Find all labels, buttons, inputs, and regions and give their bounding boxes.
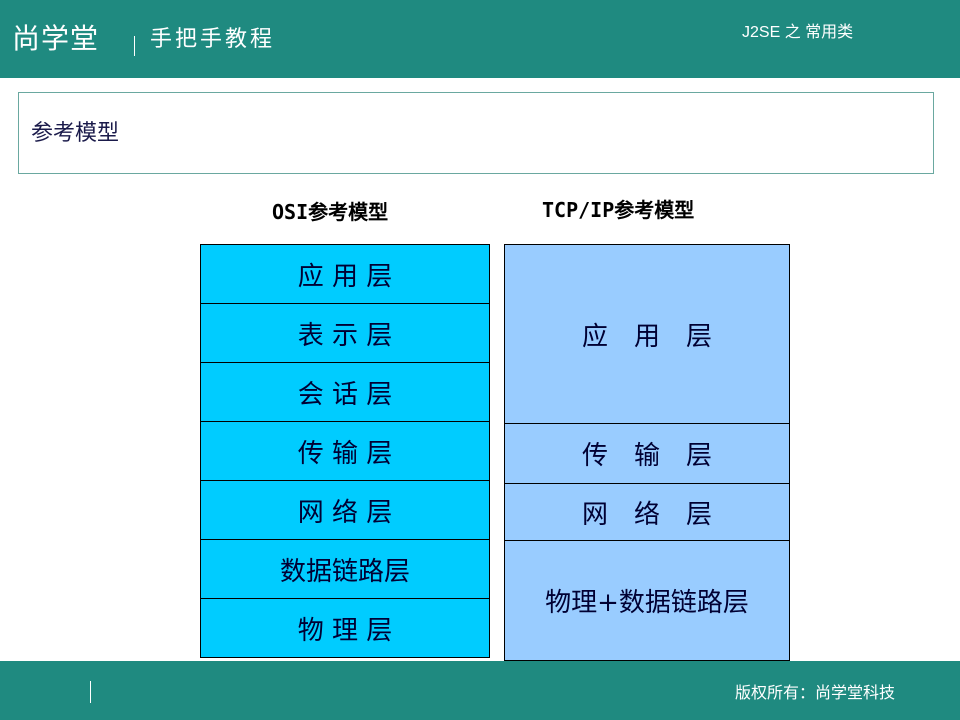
footer-bar: 版权所有：尚学堂科技 bbox=[0, 661, 960, 720]
brand-slogan: 手把手教程 bbox=[150, 27, 276, 52]
header-bar: 尚学堂 手把手教程 J2SE 之 常用类 bbox=[0, 0, 960, 78]
tcpip-model-title: TCP/IP参考模型 bbox=[542, 198, 695, 222]
osi-layer-transport: 传 输 层 bbox=[200, 422, 490, 481]
header-divider bbox=[134, 36, 135, 56]
tcpip-layer-application: 应 用 层 bbox=[504, 244, 790, 424]
footer-divider bbox=[90, 681, 91, 703]
tcpip-layer-network: 网 络 层 bbox=[504, 484, 790, 541]
copyright-text: 版权所有：尚学堂科技 bbox=[735, 683, 896, 702]
course-tag: J2SE 之 常用类 bbox=[742, 24, 854, 41]
osi-layer-session: 会 话 层 bbox=[200, 363, 490, 422]
osi-layer-application: 应 用 层 bbox=[200, 244, 490, 304]
brand-logo: 尚学堂 bbox=[12, 22, 100, 55]
slide-title-box: 参考模型 bbox=[18, 92, 934, 174]
osi-model-title: OSI参考模型 bbox=[272, 200, 389, 224]
tcpip-layer-transport: 传 输 层 bbox=[504, 424, 790, 484]
osi-layer-network: 网 络 层 bbox=[200, 481, 490, 540]
osi-layer-stack: 应 用 层 表 示 层 会 话 层 传 输 层 网 络 层 数据链路层 物 理 … bbox=[200, 244, 490, 658]
osi-layer-datalink: 数据链路层 bbox=[200, 540, 490, 599]
slide-title: 参考模型 bbox=[31, 121, 120, 146]
osi-layer-presentation: 表 示 层 bbox=[200, 304, 490, 363]
tcpip-layer-physical-datalink: 物理+数据链路层 bbox=[504, 541, 790, 661]
osi-layer-physical: 物 理 层 bbox=[200, 599, 490, 658]
